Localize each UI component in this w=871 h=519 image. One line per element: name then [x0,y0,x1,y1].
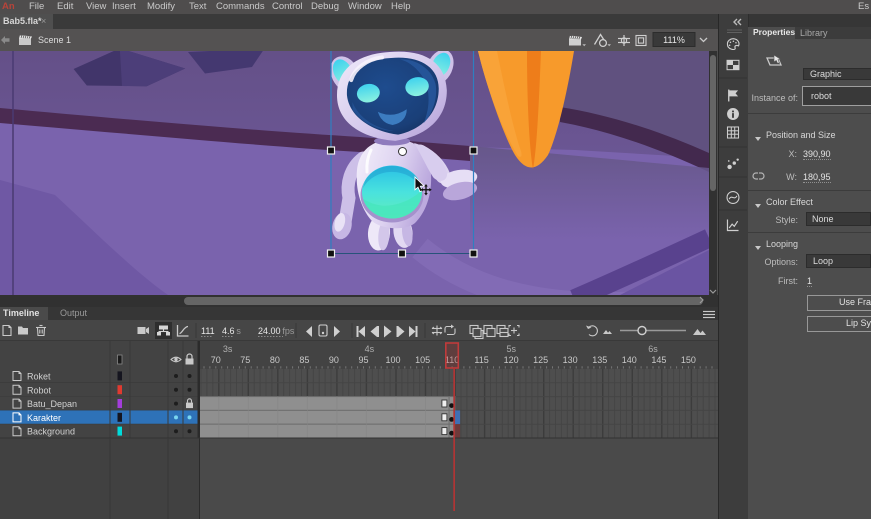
svg-text:Batu_Depan: Batu_Depan [27,399,77,409]
svg-text:111: 111 [201,326,215,336]
svg-text:120: 120 [504,355,519,365]
svg-text:3s: 3s [223,344,233,354]
svg-text:130: 130 [563,355,578,365]
svg-text:6s: 6s [648,344,658,354]
svg-text:125: 125 [533,355,548,365]
svg-text:75: 75 [240,355,250,365]
svg-text:100: 100 [385,355,400,365]
svg-text:150: 150 [681,355,696,365]
svg-text:Roket: Roket [27,372,51,382]
svg-text:95: 95 [358,355,368,365]
svg-text:145: 145 [651,355,666,365]
svg-text:24.00 fps: 24.00 fps [258,326,295,336]
svg-text:90: 90 [329,355,339,365]
svg-text:Background: Background [27,427,75,437]
svg-text:85: 85 [299,355,309,365]
svg-text:80: 80 [270,355,280,365]
svg-text:70: 70 [211,355,221,365]
svg-text:Karakter: Karakter [27,413,61,423]
svg-text:5s: 5s [506,344,516,354]
svg-text:4.6 s: 4.6 s [222,326,241,336]
svg-text:Robot: Robot [27,385,52,395]
svg-text:115: 115 [474,355,488,365]
svg-text:4s: 4s [365,344,375,354]
svg-text:105: 105 [415,355,430,365]
svg-text:135: 135 [592,355,607,365]
svg-text:140: 140 [622,355,637,365]
